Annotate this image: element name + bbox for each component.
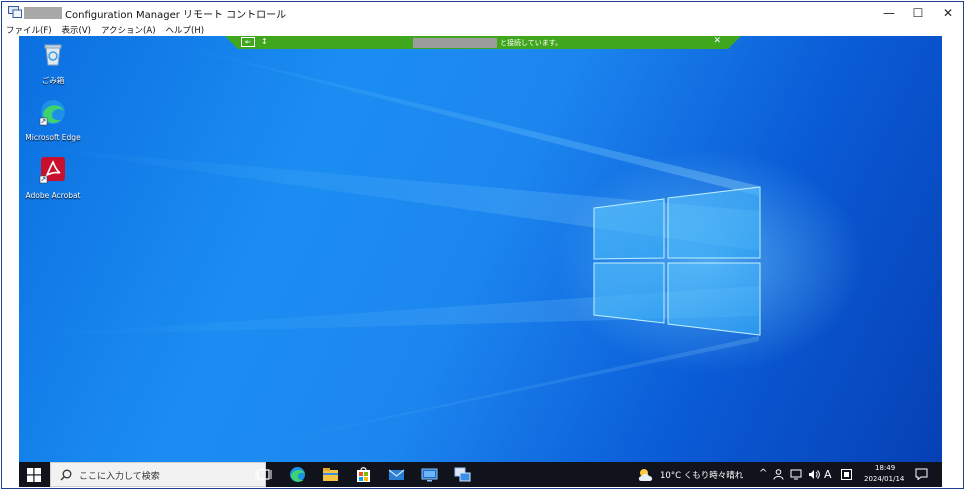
redacted-hostname <box>413 38 497 48</box>
redacted-hostname <box>24 7 62 19</box>
title-bar: Configuration Manager リモート コントロール — ☐ ✕ <box>2 2 963 23</box>
close-button[interactable]: ✕ <box>931 2 965 23</box>
recycle-bin-icon <box>44 44 62 66</box>
logo-pane-tl <box>593 198 665 260</box>
desktop-icon-label: Microsoft Edge <box>25 133 81 142</box>
store-icon[interactable] <box>355 466 372 483</box>
windows-wallpaper <box>19 36 761 462</box>
remote-control-app-icon <box>8 6 22 18</box>
input-indicator-icon[interactable] <box>841 469 852 480</box>
desktop-icon-edge[interactable]: Microsoft Edge <box>23 98 83 142</box>
config-manager-icon[interactable] <box>454 466 471 483</box>
window-title: Configuration Manager リモート コントロール <box>65 10 287 21</box>
clock-date[interactable]: 2024/01/14 <box>864 475 904 483</box>
menu-file[interactable]: ファイル(F) <box>6 24 52 36</box>
menu-action[interactable]: アクション(A) <box>101 24 156 36</box>
weather-text[interactable]: 10°C くもり時々晴れ <box>660 469 743 481</box>
connection-message: と接続しています。 <box>500 39 563 47</box>
ime-mode-icon[interactable]: A <box>824 468 832 481</box>
taskbar: ここに入力して検索 10°C くもり時々晴れ ^ A 18:49 2024/01… <box>19 462 942 487</box>
windows-start-icon[interactable] <box>27 468 41 482</box>
menu-view[interactable]: 表示(V) <box>62 24 91 36</box>
search-placeholder: ここに入力して検索 <box>79 472 160 482</box>
menu-bar: ファイル(F) 表示(V) アクション(A) ヘルプ(H) <box>2 23 963 37</box>
taskbar-search-box[interactable]: ここに入力して検索 <box>50 462 266 487</box>
pin-icon[interactable]: ⇤ <box>241 37 255 47</box>
task-view-icon[interactable] <box>255 466 272 483</box>
maximize-button[interactable]: ☐ <box>901 2 935 23</box>
mail-icon[interactable] <box>388 466 405 483</box>
connection-bar: ⇤ ↕ と接続しています。 ✕ <box>225 36 741 49</box>
weather-icon[interactable] <box>636 467 656 482</box>
connection-bar-mark: ↕ <box>261 37 268 46</box>
connection-bar-close-icon[interactable]: ✕ <box>713 36 721 46</box>
edge-icon <box>39 100 65 126</box>
logo-pane-br <box>667 262 761 336</box>
people-icon[interactable] <box>773 469 784 480</box>
remote-desktop-icon[interactable] <box>421 466 438 483</box>
network-icon[interactable] <box>790 469 802 480</box>
edge-taskbar-icon[interactable] <box>289 466 306 483</box>
logo-pane-bl <box>593 262 665 324</box>
file-explorer-icon[interactable] <box>322 466 339 483</box>
logo-pane-tr <box>667 186 761 259</box>
volume-icon[interactable] <box>808 469 820 480</box>
chevron-up-icon[interactable]: ^ <box>759 468 767 479</box>
menu-help[interactable]: ヘルプ(H) <box>166 24 205 36</box>
desktop-icon-recycle-bin[interactable]: ごみ箱 <box>23 40 83 86</box>
search-icon <box>60 469 72 481</box>
notification-icon[interactable] <box>915 468 928 480</box>
desktop-icon-label: Adobe Acrobat <box>25 191 81 200</box>
clock-time[interactable]: 18:49 <box>875 464 895 472</box>
desktop-icon-acrobat[interactable]: Adobe Acrobat <box>23 156 83 200</box>
acrobat-icon <box>39 157 65 184</box>
remote-desktop[interactable]: ごみ箱 Microsoft Edge Adobe Acrobat ⇤ ↕ と接続… <box>19 36 942 462</box>
desktop-icon-label: ごみ箱 <box>41 76 65 85</box>
